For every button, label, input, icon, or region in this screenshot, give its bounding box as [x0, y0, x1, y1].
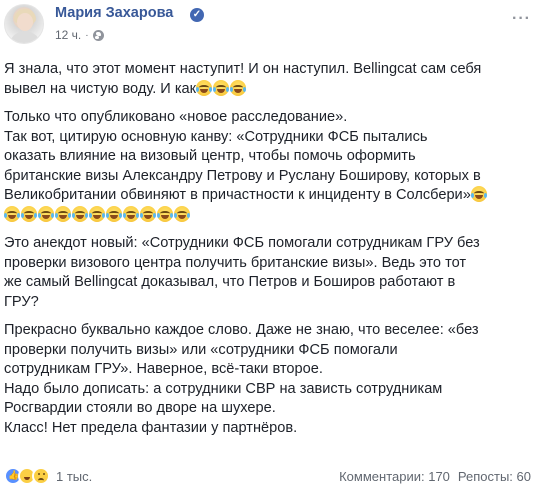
text-line: вывел на чистую воду. И как — [4, 80, 197, 97]
avatar-face — [17, 13, 33, 31]
crying-laughing-cat-icon — [470, 186, 487, 202]
text-line: ГРУ? — [4, 293, 39, 310]
engagement-counts: Комментарии: 170 Репосты: 60 — [339, 469, 531, 484]
separator-dot: · — [85, 29, 89, 41]
crying-laughing-cat-icon — [123, 205, 139, 222]
emoji-row — [4, 205, 534, 226]
crying-laughing-cat-icon — [157, 205, 173, 222]
shares-count[interactable]: Репосты: 60 — [458, 469, 531, 484]
text-line: сотрудникам ГРУ». Наверное, всё-таки вто… — [4, 361, 323, 377]
text-line: проверки визового центра получить британ… — [4, 254, 467, 271]
text-line: Великобритании обвиняют в причастности к… — [4, 187, 471, 203]
text-line-with-emojis: вывел на чистую воду. И как — [4, 79, 534, 100]
crying-laughing-cat-icon — [4, 205, 20, 222]
text-line: Надо было дописать: а сотрудники СВР на … — [4, 380, 443, 397]
post-body: Я знала, что этот момент наступит! И он … — [4, 60, 534, 447]
post-header: Мария Захарова ✓ 12 ч. · ··· — [0, 0, 539, 52]
paragraph-3: Это анекдот новый: «Сотрудники ФСБ помог… — [4, 234, 534, 312]
text-line: оказать влияние на визовый центр, чтобы … — [4, 148, 416, 164]
verified-icon: ✓ — [190, 8, 204, 22]
text-line-with-emojis: Великобритании обвиняют в причастности к… — [4, 186, 534, 206]
paragraph-1: Я знала, что этот момент наступит! И он … — [4, 60, 534, 99]
text-line: британские визы Александру Петрову и Рус… — [4, 167, 481, 184]
paragraph-2: Только что опубликовано «новое расследов… — [4, 108, 534, 225]
crying-laughing-cat-icon — [106, 205, 122, 222]
text-line: Прекрасно буквально каждое слово. Даже н… — [4, 322, 479, 338]
text-line: Я знала, что этот момент наступит! И он … — [4, 61, 482, 77]
timestamp[interactable]: 12 ч. — [55, 28, 81, 42]
post-meta: 12 ч. · — [55, 28, 104, 42]
more-options-icon[interactable]: ··· — [512, 10, 531, 28]
crying-laughing-cat-icon — [21, 205, 37, 222]
crying-laughing-cat-icon — [72, 205, 88, 222]
crying-laughing-cat-icon — [196, 79, 213, 96]
sad-icon — [32, 467, 50, 485]
crying-laughing-cat-icon — [174, 205, 190, 222]
avatar[interactable] — [4, 4, 44, 44]
crying-laughing-cat-icon — [38, 205, 54, 222]
text-line: проверки получить визы» или «сотрудники … — [4, 341, 398, 358]
avatar-body — [9, 31, 41, 43]
globe-icon[interactable] — [92, 29, 104, 41]
crying-laughing-cat-icon — [89, 205, 105, 222]
crying-laughing-cat-icon — [213, 79, 230, 96]
text-line: Класс! Нет предела фантазии у партнёров. — [4, 419, 298, 436]
text-line: Росгвардии стояли во дворе на шухере. — [4, 400, 276, 416]
author-name[interactable]: Мария Захарова — [55, 5, 173, 21]
paragraph-4: Прекрасно буквально каждое слово. Даже н… — [4, 321, 534, 438]
text-line: Это анекдот новый: «Сотрудники ФСБ помог… — [4, 235, 480, 251]
reaction-count[interactable]: 1 тыс. — [56, 469, 92, 484]
crying-laughing-cat-icon — [140, 205, 156, 222]
text-line: Только что опубликовано «новое расследов… — [4, 109, 348, 125]
text-line: Так вот, цитирую основную канву: «Сотруд… — [4, 128, 428, 145]
reactions-summary[interactable]: 1 тыс. — [4, 467, 92, 485]
post-footer: 1 тыс. Комментарии: 170 Репосты: 60 — [0, 465, 539, 497]
comments-count[interactable]: Комментарии: 170 — [339, 469, 450, 484]
crying-laughing-cat-icon — [55, 205, 71, 222]
text-line: же самый Bellingcat доказывал, что Петро… — [4, 274, 456, 290]
crying-laughing-cat-icon — [230, 79, 247, 96]
